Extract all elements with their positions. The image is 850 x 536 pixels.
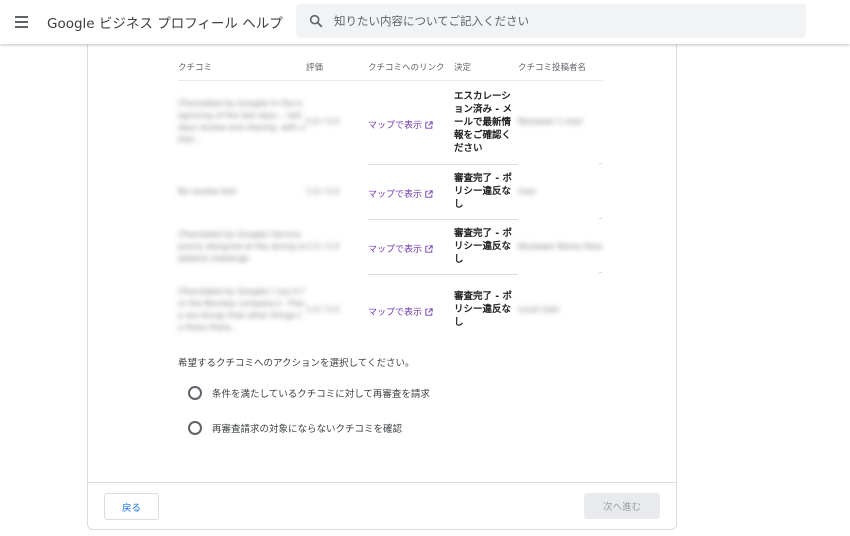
footer-divider [88,482,676,483]
radio-button-circle[interactable] [188,386,202,400]
table-row: (Translated by Google) Service poorly de… [178,218,603,274]
search-box[interactable] [296,4,806,38]
action-prompt: 希望するクチコミへのアクションを選択してください。 [178,358,415,369]
table-row: No review text 1.0 / 5.0 マップで表示 審査完了 - ポ… [178,163,603,219]
table-row: (Translated by Google) I use it for the … [178,273,603,345]
review-rating: 1.0 / 5.0 [306,186,340,196]
search-icon[interactable] [308,13,324,29]
view-on-map-link[interactable]: マップで表示 [368,245,433,255]
view-on-map-link[interactable]: マップで表示 [368,121,433,131]
external-link-icon [425,245,433,253]
view-on-map-link[interactable]: マップで表示 [368,308,433,318]
review-decision: 審査完了 - ポリシー違反なし [454,273,518,345]
review-text: (Translated by Google) In the beginning … [178,99,306,145]
column-header-decision: 決定 [454,62,472,73]
row-divider-tick [599,272,602,273]
radio-view-ineligible[interactable]: 再審査請求の対象にならないクチコミを確認 [188,421,402,435]
reviewer-name: Reviewer 1 User [518,117,584,127]
radio-request-rereview[interactable]: 条件を満たしているクチコミに対して再審査を請求 [188,386,430,400]
reviews-table: クチコミ 評価 クチコミへのリンク 決定 クチコミ投稿者名 (Translate… [178,54,603,345]
view-on-map-label: マップで表示 [368,245,423,255]
radio-button-circle[interactable] [188,421,202,435]
review-rating: 5.0 / 5.0 [306,117,340,127]
review-decision: 審査完了 - ポリシー違反なし [454,163,518,219]
search-input[interactable] [334,4,794,38]
review-rating: 2.0 / 5.0 [306,241,340,251]
back-button[interactable]: 戻る [104,493,159,520]
column-header-link: クチコミへのリンク [368,62,445,73]
column-header-review: クチコミ [178,62,213,73]
menu-icon[interactable] [13,13,31,31]
review-text: (Translated by Google) Service poorly de… [178,229,305,263]
review-text: (Translated by Google) I use it for the … [178,286,306,332]
column-header-rating: 評価 [306,62,324,73]
external-link-icon [425,308,433,316]
view-on-map-link[interactable]: マップで表示 [368,190,433,200]
radio-label[interactable]: 再審査請求の対象にならないクチコミを確認 [212,421,402,435]
row-divider-tick [599,163,602,164]
top-app-bar: Google ビジネス プロフィール ヘルプ [0,0,850,44]
table-header-row: クチコミ 評価 クチコミへのリンク 決定 クチコミ投稿者名 [178,54,603,80]
reviewer-name: User [518,186,537,196]
view-on-map-label: マップで表示 [368,190,423,200]
review-decision: エスカレーション済み - メールで最新情報をご確認ください [454,90,513,154]
table-row: (Translated by Google) In the beginning … [178,80,603,164]
next-button: 次へ進む [584,493,660,519]
external-link-icon [425,190,433,198]
review-decision: 審査完了 - ポリシー違反なし [454,218,518,274]
column-header-reviewer: クチコミ投稿者名 [518,62,587,73]
external-link-icon [425,120,433,129]
row-divider-tick [599,218,602,219]
review-appeal-card: クチコミ 評価 クチコミへのリンク 決定 クチコミ投稿者名 (Translate… [87,44,677,530]
view-on-map-label: マップで表示 [368,120,423,131]
view-on-map-label: マップで表示 [368,308,423,319]
app-title[interactable]: Google ビジネス プロフィール ヘルプ [47,12,283,32]
radio-label[interactable]: 条件を満たしているクチコミに対して再審査を請求 [212,386,430,400]
review-rating: 1.0 / 5.0 [306,304,340,314]
reviewer-name: Reviewer Name Here [518,241,603,251]
review-text: No review text [178,186,237,196]
reviewer-name: Local User [518,304,560,314]
